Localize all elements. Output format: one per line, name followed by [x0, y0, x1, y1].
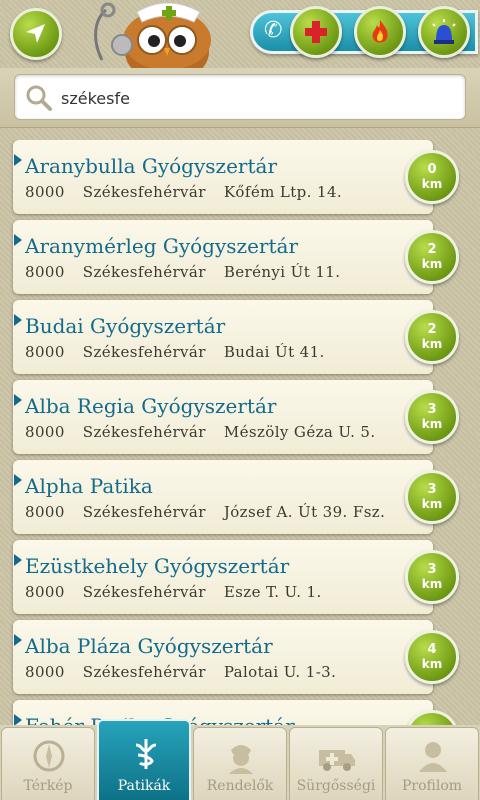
pharmacy-list-item[interactable]: Aranybulla Gyógyszertár 8000 Székesfehérv…	[13, 140, 433, 214]
expand-arrow-icon	[14, 314, 22, 326]
expand-arrow-icon	[14, 634, 22, 646]
distance-badge: 4 km	[405, 630, 459, 684]
caduceus-icon	[135, 739, 157, 769]
tab-label: Sürgősségi	[296, 778, 376, 794]
distance-badge: 3 km	[405, 470, 459, 524]
distance-badge: 3 km	[405, 390, 459, 444]
distance-badge: 0 km	[405, 150, 459, 204]
pharmacy-address: 8000 Székesfehérvár József A. Út 39. Fsz.	[25, 503, 386, 521]
siren-icon	[432, 19, 456, 44]
tab-label: Rendelők	[206, 778, 274, 794]
pharmacy-list-item[interactable]: Ezüstkehely Gyógyszertár 8000 Székesfehér…	[13, 540, 433, 614]
tab-profile[interactable]: Profilom	[385, 727, 479, 800]
expand-arrow-icon	[14, 474, 22, 486]
tab-label: Térkép	[23, 778, 73, 794]
nurse-icon	[229, 745, 253, 774]
pharmacy-name: Budai Gyógyszertár	[25, 314, 226, 338]
expand-arrow-icon	[14, 554, 22, 566]
police-emergency-button[interactable]	[418, 6, 470, 58]
pharmacy-name: Aranymérleg Gyógyszertár	[25, 234, 298, 258]
pharmacy-list-item[interactable]: Alpha Patika 8000 Székesfehérvár József A.…	[13, 460, 433, 534]
distance-badge: 2 km	[405, 230, 459, 284]
pharmacy-address: 8000 Székesfehérvár Mészöly Géza U. 5.	[25, 423, 376, 441]
ambulance-icon	[319, 750, 355, 771]
bottom-tab-bar: Térkép Patikák Rendelők Sürgősségi Profi…	[0, 719, 480, 800]
flame-icon	[372, 20, 388, 43]
pharmacy-list-item[interactable]: Aranymérleg Gyógyszertár 8000 Székesfehér…	[13, 220, 433, 294]
location-arrow-icon	[26, 24, 45, 43]
pharmacy-list[interactable]: Aranybulla Gyógyszertár 8000 Székesfehérv…	[0, 140, 480, 725]
tab-label: Patikák	[117, 778, 171, 794]
pharmacy-list-item[interactable]: Budai Gyógyszertár 8000 Székesfehérvár Bud…	[13, 300, 433, 374]
search-icon	[26, 85, 52, 111]
phone-icon: ✆	[264, 18, 283, 43]
pharmacy-name: Aranybulla Gyógyszertár	[25, 154, 278, 178]
pharmacy-list-item[interactable]: Alba Pláza Gyógyszertár 8000 Székesfehérv…	[13, 620, 433, 694]
app-header: ✆	[0, 0, 480, 68]
tab-map[interactable]: Térkép	[1, 727, 95, 800]
compass-icon	[33, 740, 65, 772]
pharmacy-address: 8000 Székesfehérvár Kőfém Ltp. 14.	[25, 183, 343, 201]
tab-clinics[interactable]: Rendelők	[193, 727, 287, 800]
pharmacy-list-item[interactable]: Fehér Patika Gyógyszertár	[13, 700, 433, 725]
tab-label: Profilom	[401, 778, 463, 794]
distance-badge: 2 km	[405, 310, 459, 364]
expand-arrow-icon	[14, 234, 22, 246]
pharmacy-address: 8000 Székesfehérvár Berényi Út 11.	[25, 263, 341, 281]
search-input[interactable]	[61, 83, 451, 113]
pharmacy-name: Alpha Patika	[25, 474, 153, 498]
red-cross-icon	[305, 21, 327, 43]
pharmacy-name: Ezüstkehely Gyógyszertár	[25, 554, 290, 578]
distance-badge: 3 km	[405, 550, 459, 604]
pharmacy-list-item[interactable]: Alba Regia Gyógyszertár 8000 Székesfehérv…	[13, 380, 433, 454]
pharmacy-address: 8000 Székesfehérvár Palotai U. 1-3.	[25, 663, 337, 681]
pharmacy-name: Alba Regia Gyógyszertár	[25, 394, 277, 418]
tab-pharmacies[interactable]: Patikák	[97, 719, 191, 800]
pharmacy-address: 8000 Székesfehérvár Esze T. U. 1.	[25, 583, 322, 601]
fire-emergency-button[interactable]	[354, 6, 406, 58]
owl-doctor-logo	[94, 2, 211, 68]
tab-emergency[interactable]: Sürgősségi	[289, 727, 383, 800]
search-bar	[0, 68, 480, 128]
expand-arrow-icon	[14, 714, 22, 725]
expand-arrow-icon	[14, 394, 22, 406]
locate-button[interactable]	[10, 8, 62, 60]
search-box[interactable]	[14, 74, 466, 120]
pharmacy-emergency-button[interactable]	[290, 6, 342, 58]
pharmacy-name: Alba Pláza Gyógyszertár	[25, 634, 273, 658]
pharmacy-address: 8000 Székesfehérvár Budai Út 41.	[25, 343, 325, 361]
profile-icon	[419, 742, 447, 772]
expand-arrow-icon	[14, 154, 22, 166]
